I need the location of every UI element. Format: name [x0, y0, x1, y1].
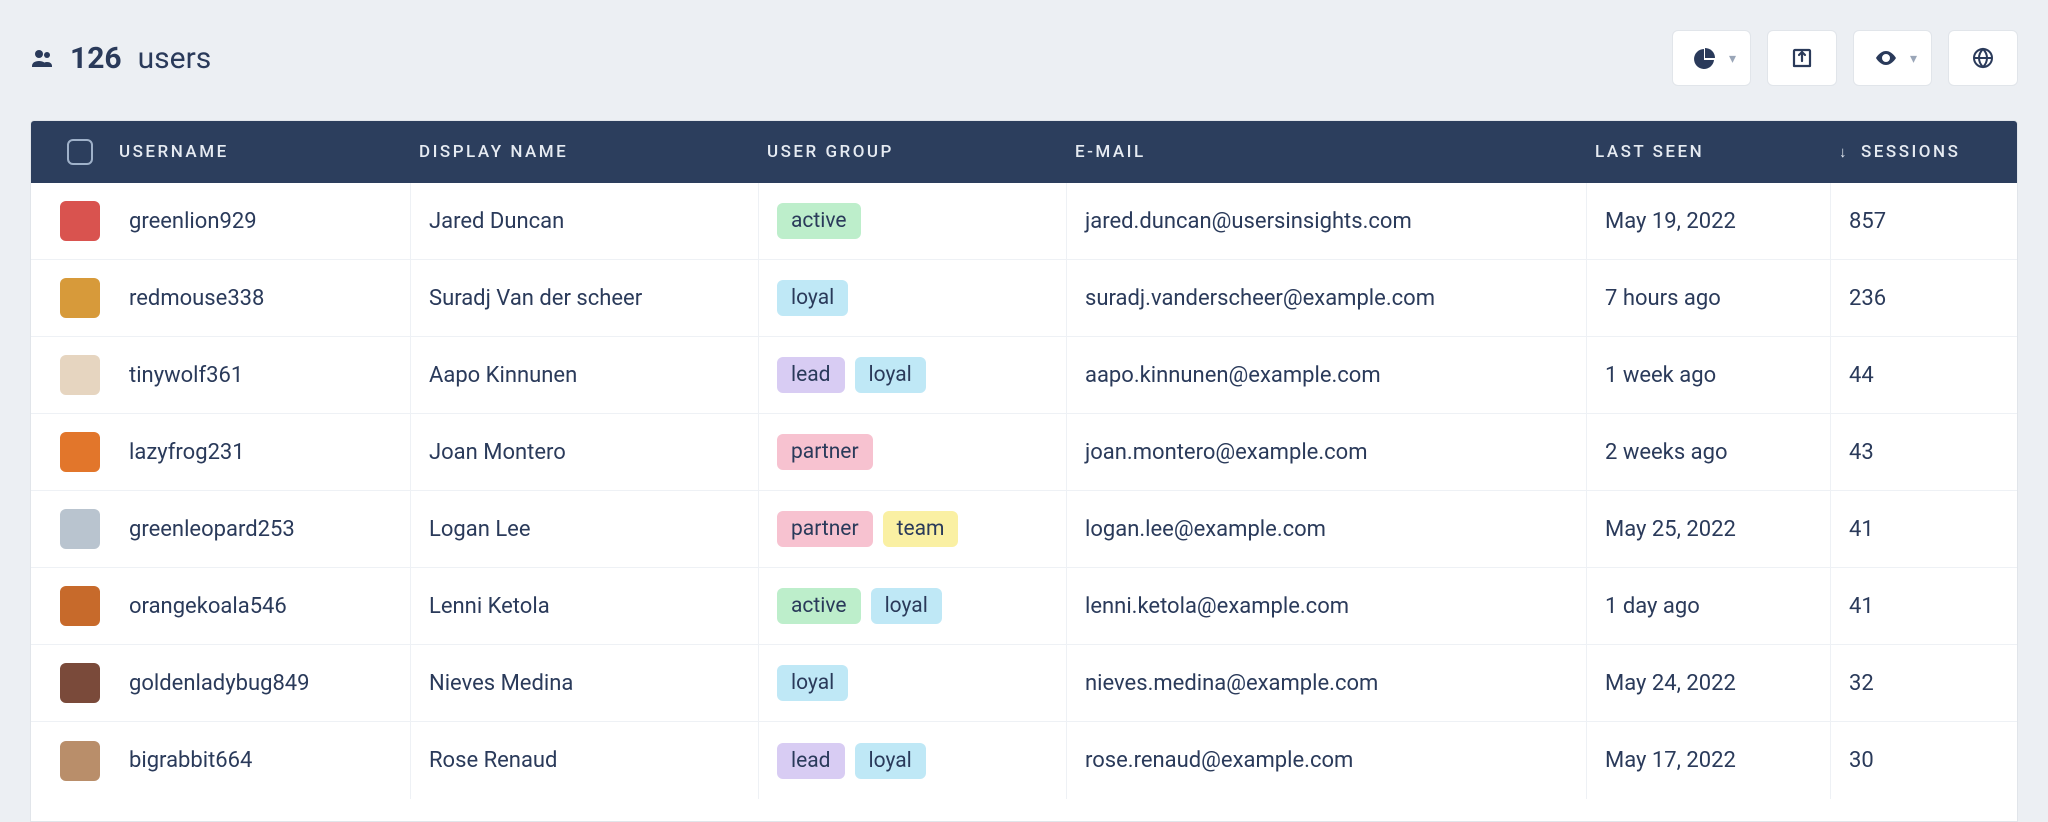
table-row[interactable]: greenleopard253 Logan Lee partner team logan… [31, 491, 2017, 568]
display-name: Suradj Van der scheer [429, 286, 642, 311]
group-tag[interactable]: active [777, 203, 861, 239]
sessions-count: 30 [1849, 748, 1874, 773]
users-table: USERNAME DISPLAY NAME USER GROUP E-MAIL … [30, 120, 2018, 822]
email: joan.montero@example.com [1085, 440, 1368, 465]
display-name: Joan Montero [429, 440, 566, 465]
last-seen: 1 week ago [1605, 363, 1716, 388]
group-tag[interactable]: lead [777, 357, 845, 393]
group-tag[interactable]: loyal [777, 280, 848, 316]
col-email[interactable]: E-MAIL [1057, 121, 1577, 183]
table-row[interactable]: orangekoala546 Lenni Ketola active loyal len… [31, 568, 2017, 645]
avatar [60, 355, 100, 395]
user-count-label: users [138, 41, 212, 76]
sort-desc-icon: ↓ [1839, 143, 1849, 161]
col-user-group[interactable]: USER GROUP [749, 121, 1057, 183]
username: greenlion929 [129, 209, 257, 234]
user-count: 126 [70, 41, 122, 76]
username: tinywolf361 [129, 363, 243, 388]
display-name: Lenni Ketola [429, 594, 550, 619]
export-icon [1790, 46, 1814, 70]
sessions-count: 32 [1849, 671, 1874, 696]
group-tag[interactable]: team [883, 511, 959, 547]
email: aapo.kinnunen@example.com [1085, 363, 1381, 388]
display-name: Jared Duncan [429, 209, 564, 234]
username: greenleopard253 [129, 517, 295, 542]
segments-button[interactable]: ▾ [1672, 30, 1751, 86]
avatar [60, 432, 100, 472]
sessions-count: 857 [1849, 209, 1886, 234]
sessions-count: 41 [1849, 594, 1874, 619]
username: bigrabbit664 [129, 748, 252, 773]
eye-icon [1874, 46, 1898, 70]
col-display-name[interactable]: DISPLAY NAME [401, 121, 749, 183]
avatar [60, 201, 100, 241]
display-name: Aapo Kinnunen [429, 363, 577, 388]
email: nieves.medina@example.com [1085, 671, 1378, 696]
group-tag[interactable]: partner [777, 511, 873, 547]
sessions-count: 44 [1849, 363, 1874, 388]
avatar [60, 663, 100, 703]
avatar [60, 741, 100, 781]
email: lenni.ketola@example.com [1085, 594, 1349, 619]
last-seen: May 19, 2022 [1605, 209, 1736, 234]
table-row[interactable]: tinywolf361 Aapo Kinnunen lead loyal aapo.ki… [31, 337, 2017, 414]
display-name: Logan Lee [429, 517, 531, 542]
username: goldenladybug849 [129, 671, 310, 696]
group-tag[interactable]: loyal [855, 743, 926, 779]
sessions-count: 236 [1849, 286, 1886, 311]
last-seen: May 25, 2022 [1605, 517, 1736, 542]
table-row[interactable]: lazyfrog231 Joan Montero partner joan.monte… [31, 414, 2017, 491]
avatar [60, 509, 100, 549]
email: jared.duncan@usersinsights.com [1085, 209, 1412, 234]
users-icon [30, 46, 54, 70]
col-last-seen[interactable]: LAST SEEN [1577, 121, 1821, 183]
col-username[interactable]: USERNAME [101, 121, 401, 183]
group-tag[interactable]: loyal [855, 357, 926, 393]
table-row[interactable]: redmouse338 Suradj Van der scheer loyal sur… [31, 260, 2017, 337]
table-row[interactable]: bigrabbit664 Rose Renaud lead loyal rose.ren… [31, 722, 2017, 799]
avatar [60, 278, 100, 318]
display-name: Nieves Medina [429, 671, 573, 696]
group-tag[interactable]: lead [777, 743, 845, 779]
chevron-down-icon: ▾ [1729, 50, 1736, 67]
sessions-count: 43 [1849, 440, 1874, 465]
select-all-checkbox[interactable] [67, 139, 93, 165]
email: logan.lee@example.com [1085, 517, 1326, 542]
last-seen: May 24, 2022 [1605, 671, 1736, 696]
globe-button[interactable] [1948, 30, 2018, 86]
table-row[interactable]: greenlion929 Jared Duncan active jared.dunc… [31, 183, 2017, 260]
group-tag[interactable]: loyal [777, 665, 848, 701]
visibility-button[interactable]: ▾ [1853, 30, 1932, 86]
table-header: USERNAME DISPLAY NAME USER GROUP E-MAIL … [31, 121, 2017, 183]
last-seen: 1 day ago [1605, 594, 1700, 619]
group-tag[interactable]: partner [777, 434, 873, 470]
last-seen: 2 weeks ago [1605, 440, 1728, 465]
email: rose.renaud@example.com [1085, 748, 1353, 773]
page-title: 126 users [30, 41, 211, 76]
group-tag[interactable]: loyal [871, 588, 942, 624]
group-tag[interactable]: active [777, 588, 861, 624]
last-seen: May 17, 2022 [1605, 748, 1736, 773]
export-button[interactable] [1767, 30, 1837, 86]
pie-chart-icon [1693, 46, 1717, 70]
username: lazyfrog231 [129, 440, 245, 465]
display-name: Rose Renaud [429, 748, 557, 773]
username: orangekoala546 [129, 594, 287, 619]
table-row[interactable]: goldenladybug849 Nieves Medina loyal nieves… [31, 645, 2017, 722]
email: suradj.vanderscheer@example.com [1085, 286, 1435, 311]
chevron-down-icon: ▾ [1910, 50, 1917, 67]
last-seen: 7 hours ago [1605, 286, 1721, 311]
avatar [60, 586, 100, 626]
globe-icon [1971, 46, 1995, 70]
username: redmouse338 [129, 286, 264, 311]
col-sessions[interactable]: ↓SESSIONS [1821, 121, 2017, 183]
sessions-count: 41 [1849, 517, 1874, 542]
